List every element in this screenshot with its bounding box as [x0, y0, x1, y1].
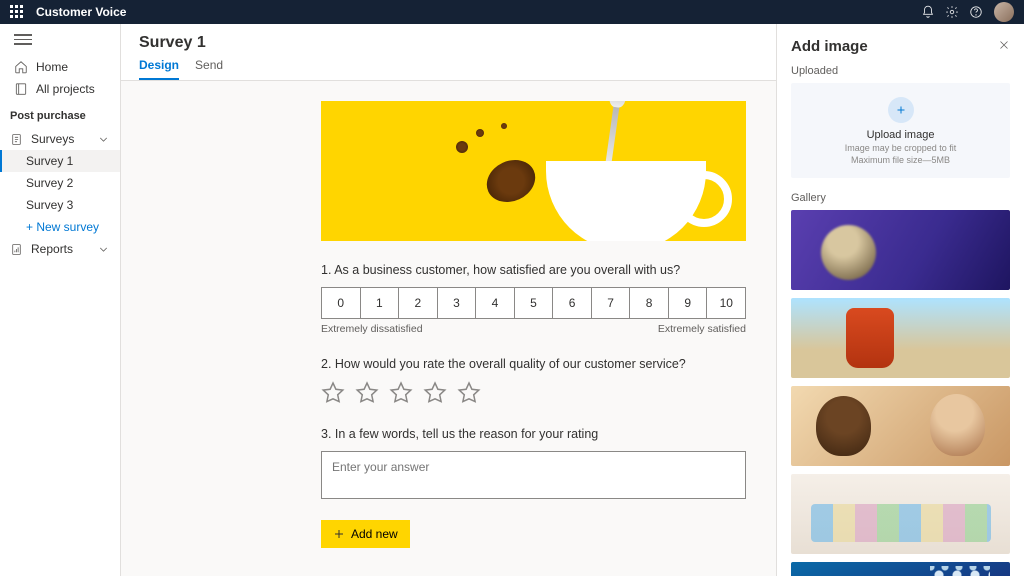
answer-input[interactable]	[321, 451, 746, 499]
uploaded-label: Uploaded	[791, 65, 1010, 77]
survey-header-image[interactable]	[321, 101, 746, 241]
nps-option[interactable]: 3	[437, 287, 477, 319]
bell-icon[interactable]	[916, 0, 940, 24]
nps-high-label: Extremely satisfied	[658, 323, 746, 335]
question-label: 3. In a few words, tell us the reason fo…	[321, 427, 746, 441]
nps-low-label: Extremely dissatisfied	[321, 323, 423, 335]
nps-option[interactable]: 1	[360, 287, 400, 319]
add-new-label: Add new	[351, 527, 398, 541]
question-2: 2. How would you rate the overall qualit…	[321, 357, 746, 405]
question-label: 1. As a business customer, how satisfied…	[321, 263, 746, 277]
gallery-label: Gallery	[791, 192, 1010, 204]
question-label: 2. How would you rate the overall qualit…	[321, 357, 746, 371]
page-title: Survey 1	[139, 34, 758, 52]
gallery-thumb[interactable]	[791, 386, 1010, 466]
panel-title: Add image	[791, 38, 868, 55]
sidebar-item-label: Surveys	[31, 132, 74, 146]
gallery-grid	[791, 210, 1010, 576]
chevron-down-icon	[97, 243, 110, 256]
nps-option[interactable]: 7	[591, 287, 631, 319]
star-icon[interactable]	[423, 381, 447, 405]
star-icon[interactable]	[355, 381, 379, 405]
gallery-thumb[interactable]	[791, 562, 1010, 576]
hamburger-icon[interactable]	[14, 34, 32, 48]
main: Survey 1 Design Send 1. As a business cu…	[121, 24, 776, 576]
sidebar-survey-2[interactable]: Survey 2	[0, 172, 120, 194]
nps-option[interactable]: 2	[398, 287, 438, 319]
gear-icon[interactable]	[940, 0, 964, 24]
star-icon[interactable]	[321, 381, 345, 405]
home-icon	[14, 60, 28, 74]
sidebar-reports[interactable]: Reports	[0, 238, 120, 260]
reports-icon	[10, 243, 23, 256]
gallery-thumb[interactable]	[791, 298, 1010, 378]
gallery-thumb[interactable]	[791, 474, 1010, 554]
nps-option[interactable]: 8	[629, 287, 669, 319]
help-icon[interactable]	[964, 0, 988, 24]
right-panel: Add image Uploaded Upload image Image ma…	[776, 24, 1024, 576]
upload-sub-2: Maximum file size—5MB	[799, 155, 1002, 167]
nps-option[interactable]: 5	[514, 287, 554, 319]
sidebar-item-label: Home	[36, 60, 68, 74]
app-launcher-icon[interactable]	[10, 5, 24, 19]
star-icon[interactable]	[457, 381, 481, 405]
main-header: Survey 1 Design Send	[121, 24, 776, 81]
projects-icon	[14, 82, 28, 96]
sidebar-item-label: All projects	[36, 82, 95, 96]
question-3: 3. In a few words, tell us the reason fo…	[321, 427, 746, 502]
plus-icon	[333, 528, 345, 540]
star-rating	[321, 381, 746, 405]
add-new-button[interactable]: Add new	[321, 520, 410, 548]
app-title: Customer Voice	[36, 5, 126, 19]
tab-design[interactable]: Design	[139, 58, 179, 80]
designer-scroll[interactable]: 1. As a business customer, how satisfied…	[121, 81, 776, 576]
sidebar-all-projects[interactable]: All projects	[0, 78, 120, 100]
plus-circle-icon	[888, 97, 914, 123]
nps-option[interactable]: 10	[706, 287, 746, 319]
sidebar-new-survey[interactable]: + New survey	[0, 216, 120, 238]
surveys-icon	[10, 133, 23, 146]
top-nav: Customer Voice	[0, 0, 1024, 24]
sidebar-survey-1[interactable]: Survey 1	[0, 150, 120, 172]
nps-option[interactable]: 0	[321, 287, 361, 319]
question-1: 1. As a business customer, how satisfied…	[321, 263, 746, 335]
upload-box[interactable]: Upload image Image may be cropped to fit…	[791, 83, 1010, 178]
project-heading: Post purchase	[0, 100, 120, 128]
nps-option[interactable]: 6	[552, 287, 592, 319]
gallery-thumb[interactable]	[791, 210, 1010, 290]
star-icon[interactable]	[389, 381, 413, 405]
sidebar-item-label: Reports	[31, 242, 73, 256]
chevron-down-icon	[97, 133, 110, 146]
sidebar-surveys[interactable]: Surveys	[0, 128, 120, 150]
close-icon[interactable]	[998, 39, 1010, 54]
sidebar-survey-3[interactable]: Survey 3	[0, 194, 120, 216]
sidebar-home[interactable]: Home	[0, 56, 120, 78]
nps-option[interactable]: 9	[668, 287, 708, 319]
nps-option[interactable]: 4	[475, 287, 515, 319]
upload-sub-1: Image may be cropped to fit	[799, 143, 1002, 155]
tabs: Design Send	[139, 58, 758, 80]
sidebar: Home All projects Post purchase Surveys …	[0, 24, 121, 576]
avatar[interactable]	[994, 2, 1014, 22]
tab-send[interactable]: Send	[195, 58, 223, 80]
upload-title: Upload image	[799, 129, 1002, 141]
nps-scale: 0 1 2 3 4 5 6 7 8 9 10	[321, 287, 746, 319]
